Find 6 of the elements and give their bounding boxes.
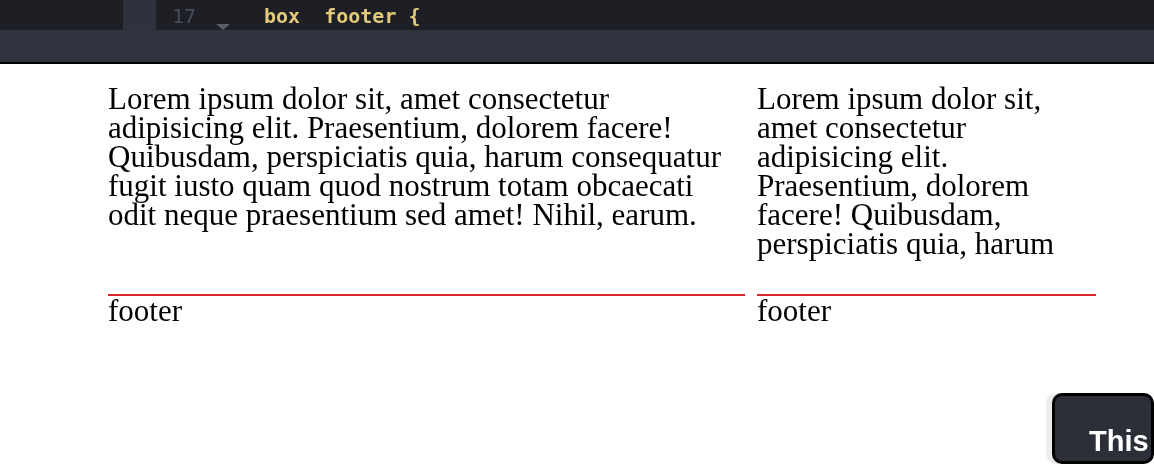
popup-title: This <box>1089 425 1149 457</box>
fold-caret-icon <box>216 24 230 30</box>
code-line: box footer { <box>264 4 421 28</box>
footer-label: footer <box>757 296 832 325</box>
editor-gutter <box>123 0 156 30</box>
footer-label: footer <box>108 296 183 325</box>
